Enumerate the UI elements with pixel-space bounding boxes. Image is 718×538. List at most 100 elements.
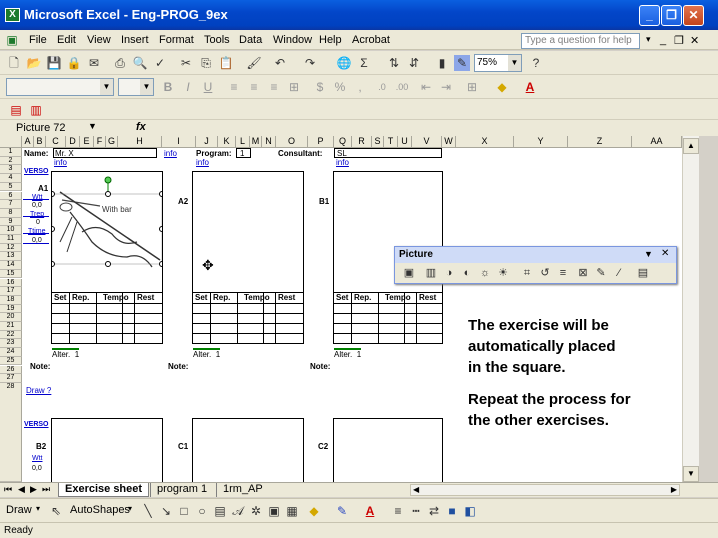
last-sheet-icon[interactable]: ⏭: [42, 484, 50, 495]
row-header[interactable]: 3: [0, 165, 22, 175]
borders-icon[interactable]: ⊞: [464, 79, 480, 95]
col-header-s[interactable]: S: [372, 136, 384, 148]
info-link[interactable]: info: [164, 149, 177, 158]
col-header-w[interactable]: W: [442, 136, 456, 148]
spelling-icon[interactable]: ✓: [152, 55, 168, 71]
alter-dropdown-b1[interactable]: Alter. 1: [334, 348, 362, 359]
select-objects-icon[interactable]: ⇖: [48, 503, 64, 519]
line-style-icon[interactable]: ≡: [555, 265, 571, 281]
name-box-dropdown-icon[interactable]: ▼: [88, 121, 97, 131]
fill-color-icon[interactable]: ◆: [494, 79, 510, 95]
hyperlink-icon[interactable]: 🌐: [336, 55, 352, 71]
redo-icon[interactable]: ↷: [302, 55, 318, 71]
align-right-icon[interactable]: ≡: [266, 79, 282, 95]
col-header-t[interactable]: T: [384, 136, 398, 148]
row-header[interactable]: 17: [0, 287, 22, 296]
horizontal-scrollbar[interactable]: ◀ ▶: [410, 484, 680, 496]
menu-acrobat[interactable]: Acrobat: [352, 34, 390, 46]
alter-dropdown-a2[interactable]: Alter. 1: [193, 348, 221, 359]
print-icon[interactable]: ⎙: [112, 55, 128, 71]
scroll-up-icon[interactable]: ▲: [683, 138, 699, 154]
print-preview-icon[interactable]: 🔍: [132, 55, 148, 71]
bold-icon[interactable]: B: [160, 79, 176, 95]
col-header-n[interactable]: N: [262, 136, 276, 148]
col-header-b[interactable]: B: [34, 136, 46, 148]
draw-link[interactable]: Draw ?: [26, 386, 51, 395]
text-box-icon[interactable]: ▤: [212, 503, 228, 519]
row-header[interactable]: 10: [0, 226, 22, 235]
oval-icon[interactable]: ○: [194, 503, 210, 519]
sort-ascending-icon[interactable]: ⇅: [386, 55, 402, 71]
more-brightness-icon[interactable]: ☼: [477, 265, 493, 281]
italic-icon[interactable]: I: [180, 79, 196, 95]
col-header-g[interactable]: G: [106, 136, 118, 148]
row-header[interactable]: 1: [0, 148, 22, 157]
row-header[interactable]: 13: [0, 252, 22, 262]
wtt-link[interactable]: Wtt: [32, 454, 43, 463]
exercise-box-a1[interactable]: With bar: [49, 171, 165, 293]
col-header-aa[interactable]: AA: [632, 136, 682, 148]
document-icon[interactable]: ▣: [4, 32, 20, 48]
col-header-y[interactable]: Y: [514, 136, 568, 148]
sort-descending-icon[interactable]: ⇵: [406, 55, 422, 71]
info-link[interactable]: info: [196, 158, 209, 167]
reset-picture-icon[interactable]: ▤: [635, 265, 651, 281]
autoshapes-menu[interactable]: AutoShapes: [70, 504, 130, 516]
decrease-decimal-icon[interactable]: .00: [394, 79, 410, 95]
function-icon[interactable]: fx: [136, 121, 146, 133]
exercise-box-c2[interactable]: [333, 418, 443, 482]
zoom-select[interactable]: 75% ▼: [474, 54, 522, 72]
currency-icon[interactable]: $: [312, 79, 328, 95]
menu-format[interactable]: Format: [159, 34, 194, 46]
tab-1rm-ap[interactable]: 1rm_AP: [216, 483, 269, 497]
set-transparent-icon[interactable]: ⁄: [611, 265, 627, 281]
wordart-icon[interactable]: 𝒜: [230, 503, 246, 519]
drawing-icon[interactable]: ✎: [454, 55, 470, 71]
col-header-f[interactable]: F: [94, 136, 106, 148]
col-header-e[interactable]: E: [80, 136, 94, 148]
col-header-x[interactable]: X: [456, 136, 514, 148]
arrow-icon[interactable]: ↘: [158, 503, 174, 519]
email-icon[interactable]: ✉: [86, 55, 102, 71]
align-left-icon[interactable]: ≡: [226, 79, 242, 95]
alter-dropdown-a1[interactable]: Alter. 1: [52, 348, 80, 359]
col-header-l[interactable]: L: [236, 136, 250, 148]
line-icon[interactable]: ╲: [140, 503, 156, 519]
align-center-icon[interactable]: ≡: [246, 79, 262, 95]
draw-menu[interactable]: Draw: [6, 504, 32, 516]
col-header-k[interactable]: K: [218, 136, 236, 148]
new-icon[interactable]: 🗋: [6, 55, 22, 71]
row-header[interactable]: 16: [0, 278, 22, 288]
vertical-scrollbar[interactable]: ▲ ▼: [682, 136, 699, 482]
copy-icon[interactable]: ⎘: [198, 55, 214, 71]
more-contrast-icon[interactable]: ◑: [441, 265, 457, 281]
menu-tools[interactable]: Tools: [204, 34, 230, 46]
doc-close-icon[interactable]: ✕: [690, 34, 699, 47]
picture-toolbar[interactable]: Picture ▼ ✕ ▣ ▥ ◑ ◐ ☼ ☀ ⌗ ↺ ≡ ⊠ ✎ ⁄ ▤: [394, 246, 677, 284]
menu-dropdown-icon[interactable]: ▾: [646, 34, 651, 45]
name-box[interactable]: Picture 72: [16, 122, 66, 134]
chevron-down-icon[interactable]: ▼: [100, 79, 113, 95]
toolbar-close-icon[interactable]: ✕: [661, 248, 669, 259]
col-header-v[interactable]: V: [412, 136, 442, 148]
row-header[interactable]: 5: [0, 182, 22, 192]
row-header[interactable]: 23: [0, 339, 22, 349]
row-header[interactable]: 15: [0, 269, 22, 279]
menu-data[interactable]: Data: [239, 34, 262, 46]
diagram-icon[interactable]: ✲: [248, 503, 264, 519]
color-icon[interactable]: ▥: [423, 265, 439, 281]
verso-link[interactable]: VERSO: [24, 167, 49, 176]
chevron-down-icon[interactable]: ▾: [36, 504, 40, 513]
line-style-icon[interactable]: ≡: [390, 503, 406, 519]
row-header[interactable]: 14: [0, 261, 22, 270]
font-size-select[interactable]: ▼: [118, 78, 154, 96]
row-header[interactable]: 4: [0, 174, 22, 183]
cut-icon[interactable]: ✂: [178, 55, 194, 71]
doc-minimize-icon[interactable]: _: [660, 34, 666, 46]
col-header-r[interactable]: R: [352, 136, 372, 148]
exercise-box-a2[interactable]: [192, 171, 304, 293]
increase-decimal-icon[interactable]: .0: [374, 79, 390, 95]
set-table-a1[interactable]: Set Rep. Tempo Rest: [51, 292, 163, 344]
compress-icon[interactable]: ⊠: [575, 265, 591, 281]
merge-center-icon[interactable]: ⊞: [286, 79, 302, 95]
